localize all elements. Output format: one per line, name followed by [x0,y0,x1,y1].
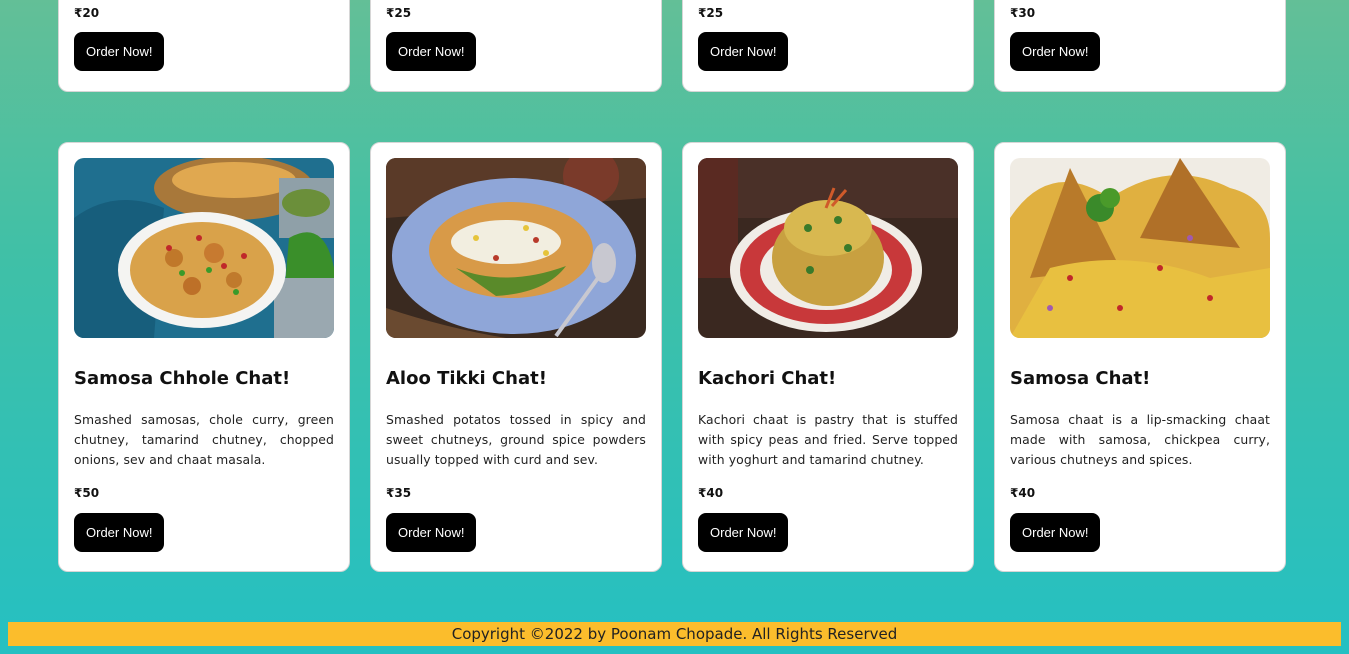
aloo-tikki-image [386,158,646,338]
menu-card: Samosa Chhole Chat! Smashed samosas, cho… [58,142,350,572]
menu-card: ₹25 Order Now! [682,0,974,92]
card-title: Kachori Chat! [698,368,837,389]
order-now-button[interactable]: Order Now! [698,32,789,71]
menu-card: Samosa Chat! Samosa chaat is a lip-smack… [994,142,1286,572]
card-description: Smashed samosas, chole curry, green chut… [74,412,334,467]
order-now-button[interactable]: Order Now! [698,513,789,552]
card-price: ₹50 [74,486,100,500]
menu-row-previous: ₹20 Order Now! ₹25 Order Now! ₹25 Order … [58,0,1286,92]
card-description: Samosa chaat is a lip-smacking chaat mad… [1010,412,1270,467]
card-description: Smashed potatos tossed in spicy and swee… [386,412,646,467]
footer-copyright: Copyright ©2022 by Poonam Chopade. All R… [8,622,1341,646]
order-now-button[interactable]: Order Now! [74,513,165,552]
menu-card: Kachori Chat! Kachori chaat is pastry th… [682,142,974,572]
menu-card: Aloo Tikki Chat! Smashed potatos tossed … [370,142,662,572]
menu-card: ₹30 Order Now! [994,0,1286,92]
order-now-button[interactable]: Order Now! [1010,513,1101,552]
card-price: ₹40 [698,486,724,500]
menu-row: Samosa Chhole Chat! Smashed samosas, cho… [58,142,1286,572]
card-title: Samosa Chhole Chat! [74,368,291,389]
kachori-image [698,158,958,338]
menu-card: ₹20 Order Now! [58,0,350,92]
card-price: ₹30 [1010,6,1036,20]
order-now-button[interactable]: Order Now! [386,32,477,71]
card-price: ₹25 [698,6,724,20]
samosa-chat-image [1010,158,1270,338]
card-price: ₹40 [1010,486,1036,500]
card-description: Kachori chaat is pastry that is stuffed … [698,412,958,467]
card-price: ₹20 [74,6,100,20]
order-now-button[interactable]: Order Now! [1010,32,1101,71]
card-price: ₹35 [386,486,412,500]
card-title: Samosa Chat! [1010,368,1151,389]
card-price: ₹25 [386,6,412,20]
menu-card: ₹25 Order Now! [370,0,662,92]
card-title: Aloo Tikki Chat! [386,368,547,389]
order-now-button[interactable]: Order Now! [386,513,477,552]
samosa-chhole-image [74,158,334,338]
order-now-button[interactable]: Order Now! [74,32,165,71]
